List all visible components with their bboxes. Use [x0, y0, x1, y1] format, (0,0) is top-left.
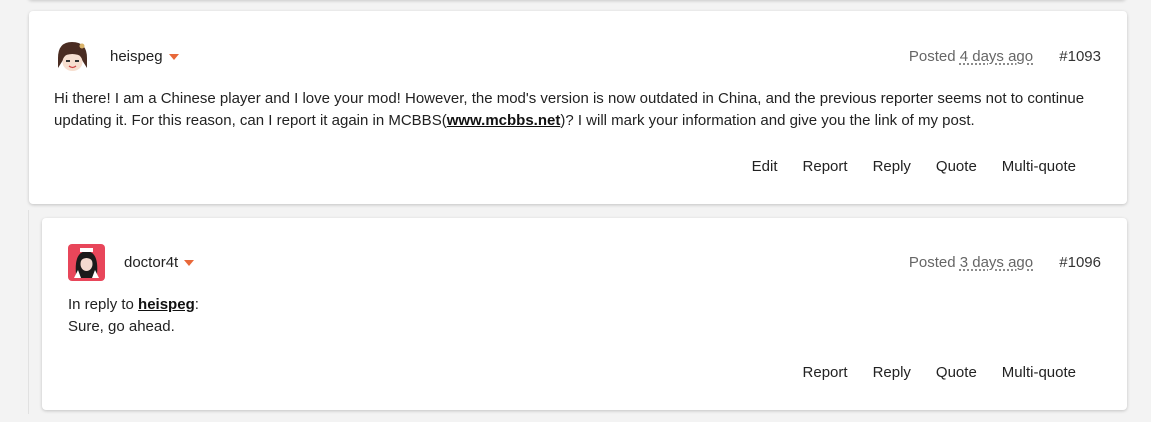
chevron-down-icon[interactable] — [184, 259, 195, 266]
thread-indent-line — [28, 210, 29, 414]
posted-time[interactable]: 3 days ago — [960, 254, 1033, 271]
author-name[interactable]: heispeg — [110, 48, 163, 65]
post-author[interactable]: doctor4t — [124, 254, 195, 271]
multi-quote-button[interactable]: Multi-quote — [1002, 364, 1076, 381]
reply-to-user-link[interactable]: heispeg — [138, 296, 195, 313]
multi-quote-button[interactable]: Multi-quote — [1002, 158, 1076, 175]
author-name[interactable]: doctor4t — [124, 254, 178, 271]
reply-button[interactable]: Reply — [873, 158, 911, 175]
posted-time[interactable]: 4 days ago — [960, 48, 1033, 65]
posted-label: Posted — [908, 48, 956, 65]
post-actions: Edit Report Reply Quote Multi-quote — [752, 158, 1076, 175]
edit-button[interactable]: Edit — [752, 158, 778, 175]
post-card: doctor4t Posted 3 days ago #1096 In repl… — [42, 218, 1127, 410]
reply-suffix: : — [194, 296, 199, 313]
avatar[interactable] — [54, 38, 91, 75]
posted-label: Posted — [908, 254, 956, 271]
post-link[interactable]: www.mcbbs.net — [447, 112, 561, 129]
post-body: Hi there! I am a Chinese player and I lo… — [54, 88, 1104, 132]
post-actions: Report Reply Quote Multi-quote — [803, 364, 1076, 381]
post-text: Sure, go ahead. — [68, 318, 175, 335]
post-card: heispeg Posted 4 days ago #1093 Hi there… — [29, 11, 1127, 204]
post-number-link[interactable]: #1093 — [1059, 48, 1101, 65]
post-meta: Posted 3 days ago #1096 — [909, 254, 1101, 271]
report-button[interactable]: Report — [803, 158, 848, 175]
post-number-link[interactable]: #1096 — [1059, 254, 1101, 271]
report-button[interactable]: Report — [803, 364, 848, 381]
avatar[interactable] — [68, 244, 105, 281]
quote-button[interactable]: Quote — [936, 364, 977, 381]
post-text-end: )? I will mark your information and give… — [560, 112, 975, 129]
quote-button[interactable]: Quote — [936, 158, 977, 175]
post-meta: Posted 4 days ago #1093 — [909, 48, 1101, 65]
chevron-down-icon[interactable] — [168, 53, 179, 60]
post-body: In reply to heispeg: Sure, go ahead. — [68, 294, 1108, 338]
reply-reference: In reply to heispeg: — [68, 294, 1108, 316]
reply-prefix: In reply to — [68, 296, 139, 313]
post-author[interactable]: heispeg — [110, 48, 179, 65]
reply-button[interactable]: Reply — [873, 364, 911, 381]
